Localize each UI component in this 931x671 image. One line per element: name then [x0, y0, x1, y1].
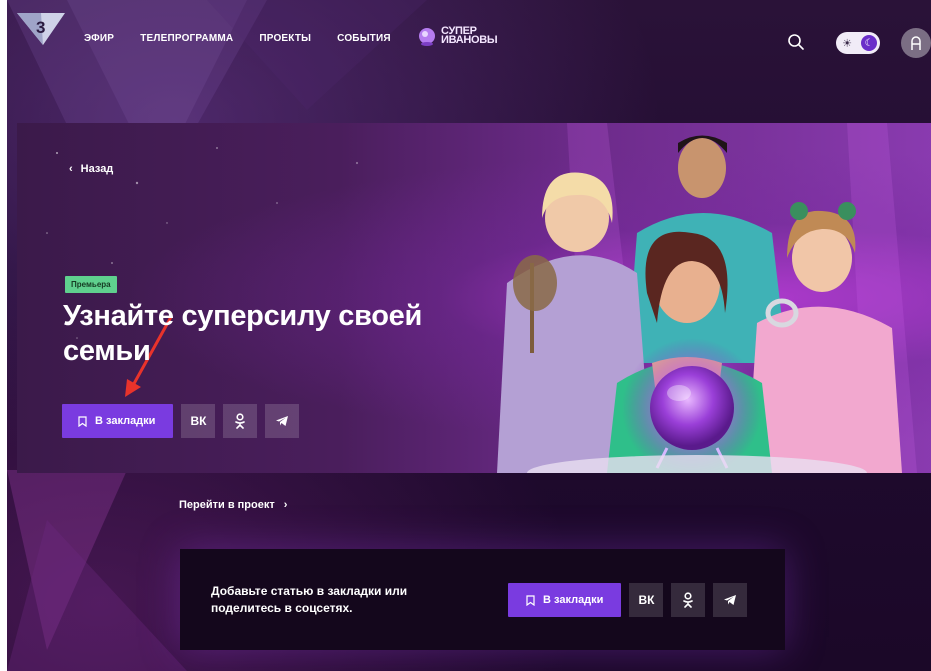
vk-icon: ВК: [190, 414, 207, 428]
nav-item-sobytiya[interactable]: СОБЫТИЯ: [337, 33, 391, 44]
go-to-project-link[interactable]: Перейти в проект ›: [179, 499, 287, 511]
share-box-ok-button[interactable]: [671, 583, 706, 617]
svg-text:3: 3: [36, 18, 45, 37]
share-ok-button[interactable]: [223, 404, 258, 438]
back-link[interactable]: ‹ Назад: [69, 163, 113, 175]
bookmark-icon: [526, 594, 535, 606]
telegram-icon: [276, 416, 289, 426]
theme-toggle[interactable]: ☀ ☾: [836, 32, 880, 54]
sun-icon: ☀: [842, 37, 852, 50]
crystal-ball-icon: [419, 28, 435, 46]
nav-item-proekty[interactable]: ПРОЕКТЫ: [259, 33, 311, 44]
bookmark-icon: [78, 415, 87, 427]
share-telegram-button[interactable]: [265, 404, 300, 438]
hero-banner: ‹ Назад Премьера Узнайте суперсилу своей…: [17, 123, 931, 473]
chevron-left-icon: ‹: [69, 163, 73, 175]
search-button[interactable]: [787, 33, 805, 51]
brand-logo-text: СУПЕР ИВАНОВЫ: [441, 26, 498, 46]
bookmark-button[interactable]: В закладки: [62, 404, 174, 438]
odnoklassniki-icon: [683, 592, 694, 608]
page: 3 ЭФИР ТЕЛЕПРОГРАММА ПРОЕКТЫ СОБЫТИЯ СУП…: [7, 0, 931, 671]
go-to-project-label: Перейти в проект: [179, 499, 275, 511]
user-profile-button[interactable]: [901, 28, 931, 58]
share-box-actions: В закладки ВК: [508, 583, 748, 617]
premiere-badge: Премьера: [65, 276, 117, 293]
bookmark-label: В закладки: [95, 415, 156, 427]
moon-icon: ☾: [861, 35, 877, 51]
search-icon: [788, 34, 804, 50]
hero-actions: В закладки ВК: [62, 404, 300, 438]
main-nav: ЭФИР ТЕЛЕПРОГРАММА ПРОЕКТЫ СОБЫТИЯ: [84, 33, 417, 44]
share-box-bookmark-label: В закладки: [543, 594, 604, 606]
logo-icon: 3: [17, 13, 65, 45]
share-vk-button[interactable]: ВК: [181, 404, 216, 438]
share-box-vk-button[interactable]: ВК: [629, 583, 664, 617]
back-label: Назад: [80, 163, 114, 175]
nav-item-efir[interactable]: ЭФИР: [84, 33, 114, 44]
chevron-right-icon: ›: [283, 499, 288, 511]
vk-icon: ВК: [638, 593, 655, 607]
share-box-bookmark-button[interactable]: В закладки: [508, 583, 622, 617]
share-box: Добавьте статью в закладки или поделитес…: [180, 549, 785, 650]
telegram-icon: [724, 595, 737, 605]
share-box-telegram-button[interactable]: [713, 583, 748, 617]
brand-line-2: ИВАНОВЫ: [441, 34, 498, 46]
nav-item-teleprogramma[interactable]: ТЕЛЕПРОГРАММА: [140, 33, 233, 44]
user-icon: [911, 36, 921, 50]
hero-title: Узнайте суперсилу своей семьи: [63, 300, 423, 367]
share-prompt-text: Добавьте статью в закладки или поделитес…: [211, 584, 408, 615]
odnoklassniki-icon: [235, 413, 246, 429]
project-brand-link[interactable]: СУПЕР ИВАНОВЫ: [417, 26, 498, 46]
hero-key-art: [497, 123, 917, 473]
site-header: 3 ЭФИР ТЕЛЕПРОГРАММА ПРОЕКТЫ СОБЫТИЯ СУП…: [7, 0, 931, 95]
channel-logo[interactable]: 3: [17, 11, 65, 47]
